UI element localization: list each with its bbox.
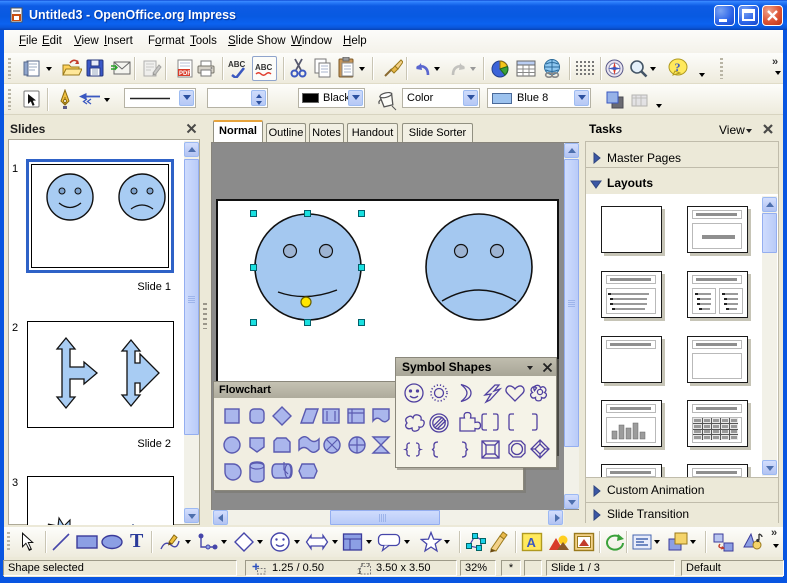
- svg-text:?: ?: [675, 60, 681, 74]
- svg-text:A: A: [527, 535, 537, 550]
- svg-text:PDF: PDF: [179, 71, 191, 77]
- svg-text:ABC: ABC: [255, 63, 273, 72]
- svg-text:1: 1: [357, 567, 362, 575]
